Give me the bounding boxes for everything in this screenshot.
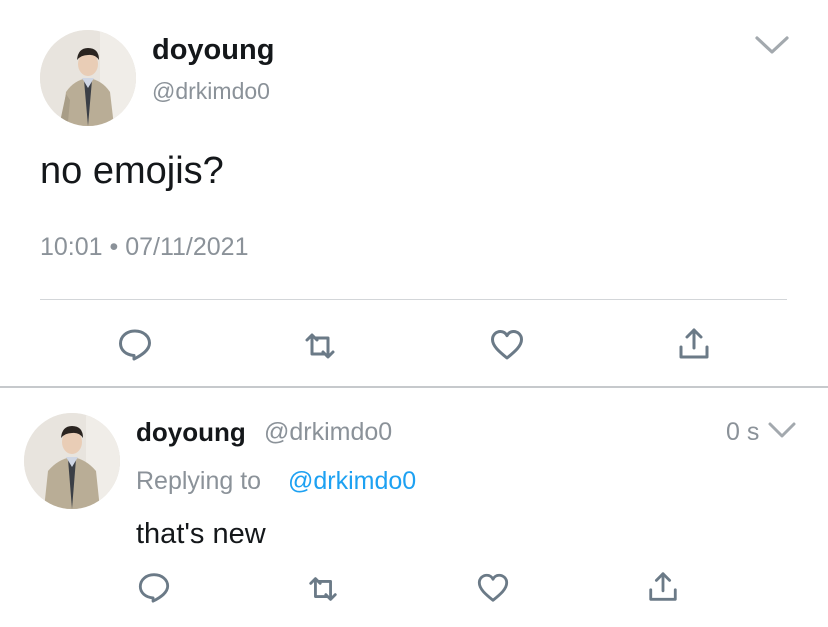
display-name[interactable]: doyoung [152, 34, 274, 67]
reply-display-name[interactable]: doyoung [136, 417, 246, 448]
heart-icon[interactable] [489, 327, 525, 363]
reply-icon[interactable] [117, 326, 153, 362]
replying-to-link[interactable]: @drkimdo0 [288, 467, 416, 496]
tweet-timestamp: 10:01 • 07/11/2021 [40, 233, 249, 261]
reply-reply-icon[interactable] [137, 570, 171, 604]
tweet-text: no emojis? [40, 150, 224, 192]
reply-chevron-down-icon[interactable] [767, 421, 797, 441]
chevron-down-icon[interactable] [754, 34, 790, 58]
retweet-icon[interactable] [302, 328, 338, 364]
reply-retweet-icon[interactable] [306, 572, 340, 606]
reply-text: that's new [136, 518, 266, 550]
reply-heart-icon[interactable] [476, 571, 510, 605]
replying-to-label: Replying to [136, 467, 262, 495]
reply-time-ago: 0 s [726, 418, 760, 446]
divider [40, 299, 787, 300]
reply-avatar[interactable] [24, 413, 120, 509]
section-divider [0, 386, 828, 388]
share-icon[interactable] [676, 326, 712, 362]
reply-user-handle[interactable]: @drkimdo0 [264, 418, 392, 447]
user-handle[interactable]: @drkimdo0 [152, 78, 270, 105]
reply-share-icon[interactable] [646, 570, 680, 604]
avatar[interactable] [40, 30, 136, 126]
